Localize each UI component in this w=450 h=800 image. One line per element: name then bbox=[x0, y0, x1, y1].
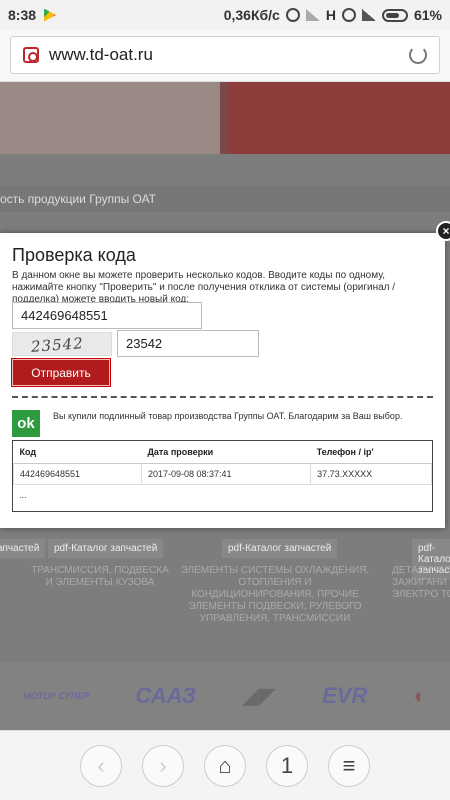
results-table: Код Дата проверки Телефон / ip' 44246964… bbox=[12, 440, 433, 512]
signal-icon bbox=[305, 9, 320, 21]
alarm-icon bbox=[285, 8, 300, 22]
brand-logo-evr[interactable]: EVR bbox=[322, 683, 367, 709]
home-button[interactable]: ⌂ bbox=[204, 744, 246, 787]
status-bar: 8:38 0,36Кб/с H 61% bbox=[0, 0, 450, 30]
address-bar[interactable]: www.td-oat.ru bbox=[10, 36, 440, 74]
battery-icon bbox=[381, 8, 408, 22]
hero-banner bbox=[0, 82, 450, 154]
column-header-date: Дата проверки bbox=[141, 441, 311, 464]
site-favicon-icon bbox=[23, 47, 39, 63]
table-more: ... bbox=[19, 490, 27, 500]
category-text: ТРАНСМИССИЯ, ПОДВЕСКА И ЭЛЕМЕНТЫ КУЗОВА bbox=[31, 565, 169, 588]
column-header-code: Код bbox=[13, 441, 142, 464]
network-speed: 0,36Кб/с bbox=[223, 7, 280, 23]
modal-title: Проверка кода bbox=[12, 245, 136, 265]
code-input[interactable] bbox=[12, 302, 202, 329]
category-text: ДЕТАЛИ КУЗ ЗАЖИГАНИ ЭЛЕКТРО ТОРМО bbox=[392, 565, 450, 600]
ok-badge: ok bbox=[12, 410, 40, 437]
status-time: 8:38 bbox=[8, 7, 37, 23]
url-text: www.td-oat.ru bbox=[49, 45, 153, 64]
result-message: Вы купили подлинный товар производства Г… bbox=[53, 411, 403, 421]
section-heading: ость продукции Группы ОАТ bbox=[0, 186, 450, 212]
brand-logo-partial[interactable]: ◐ bbox=[414, 683, 427, 709]
pdf-catalog-link[interactable]: pdf-Каталог запчастей bbox=[222, 539, 338, 558]
pdf-catalog-link[interactable]: pdf-Каталог запчастей bbox=[0, 539, 46, 558]
brand-logo-saaz[interactable]: СААЗ bbox=[135, 683, 195, 709]
cell-phone: 37.73.XXXXX bbox=[310, 463, 432, 485]
captcha-image: 23542 bbox=[12, 332, 112, 356]
banner-image-red bbox=[228, 82, 450, 154]
signal-strength-icon bbox=[361, 9, 376, 21]
brand-logo-motor-super[interactable]: МОТОР СУПЕР bbox=[23, 691, 89, 701]
battery-level: 61% bbox=[413, 7, 442, 23]
pdf-catalog-row: pdf-Каталог запчастей pdf-Каталог запчас… bbox=[0, 537, 450, 580]
chevron-right-icon: › bbox=[159, 752, 167, 778]
tabs-button[interactable]: 1 bbox=[266, 744, 308, 787]
menu-button[interactable]: ≡ bbox=[328, 744, 370, 787]
browser-bottom-bar: ‹ › ⌂ 1 ≡ bbox=[0, 730, 450, 800]
cell-code: 442469648551 bbox=[13, 463, 142, 485]
modal-close-button[interactable]: × bbox=[436, 221, 450, 241]
registered-icon bbox=[341, 8, 356, 22]
brand-logos: МОТОР СУПЕР СААЗ ◢◤ EVR ◐ bbox=[0, 662, 450, 730]
browser-toolbar: www.td-oat.ru bbox=[0, 30, 450, 82]
submit-button[interactable]: Отправить bbox=[12, 359, 110, 386]
forward-button[interactable]: › bbox=[142, 744, 184, 787]
column-header-phone: Телефон / ip' bbox=[310, 441, 432, 464]
play-store-icon bbox=[44, 8, 57, 22]
captcha-image-text: 23542 bbox=[30, 334, 85, 356]
pdf-catalog-link[interactable]: pdf-Каталог запчастей bbox=[48, 539, 164, 558]
table-row: 442469648551 2017-09-08 08:37:41 37.73.X… bbox=[13, 463, 432, 485]
tabs-count: 1 bbox=[280, 752, 294, 778]
network-type: H bbox=[325, 7, 336, 23]
modal-description: В данном окне вы можете проверить нескол… bbox=[12, 270, 396, 305]
home-icon: ⌂ bbox=[218, 752, 232, 778]
category-text: ЭЛЕМЕНТЫ СИСТЕМЫ ОХЛАЖДЕНИЯ, ОТОПЛЕНИЯ И… bbox=[180, 565, 370, 624]
menu-icon: ≡ bbox=[342, 752, 356, 778]
table-header-row: Код Дата проверки Телефон / ip' bbox=[13, 441, 432, 464]
code-check-modal: Проверка кода В данном окне вы можете пр… bbox=[0, 233, 445, 528]
reload-icon[interactable] bbox=[409, 46, 427, 64]
divider bbox=[12, 396, 433, 398]
banner-image-parts bbox=[0, 82, 220, 154]
chevron-left-icon: ‹ bbox=[97, 752, 105, 778]
cell-date: 2017-09-08 08:37:41 bbox=[140, 463, 312, 485]
captcha-input[interactable] bbox=[117, 330, 259, 357]
back-button[interactable]: ‹ bbox=[80, 744, 122, 787]
brand-logo-ik[interactable]: ◢◤ bbox=[242, 683, 276, 709]
